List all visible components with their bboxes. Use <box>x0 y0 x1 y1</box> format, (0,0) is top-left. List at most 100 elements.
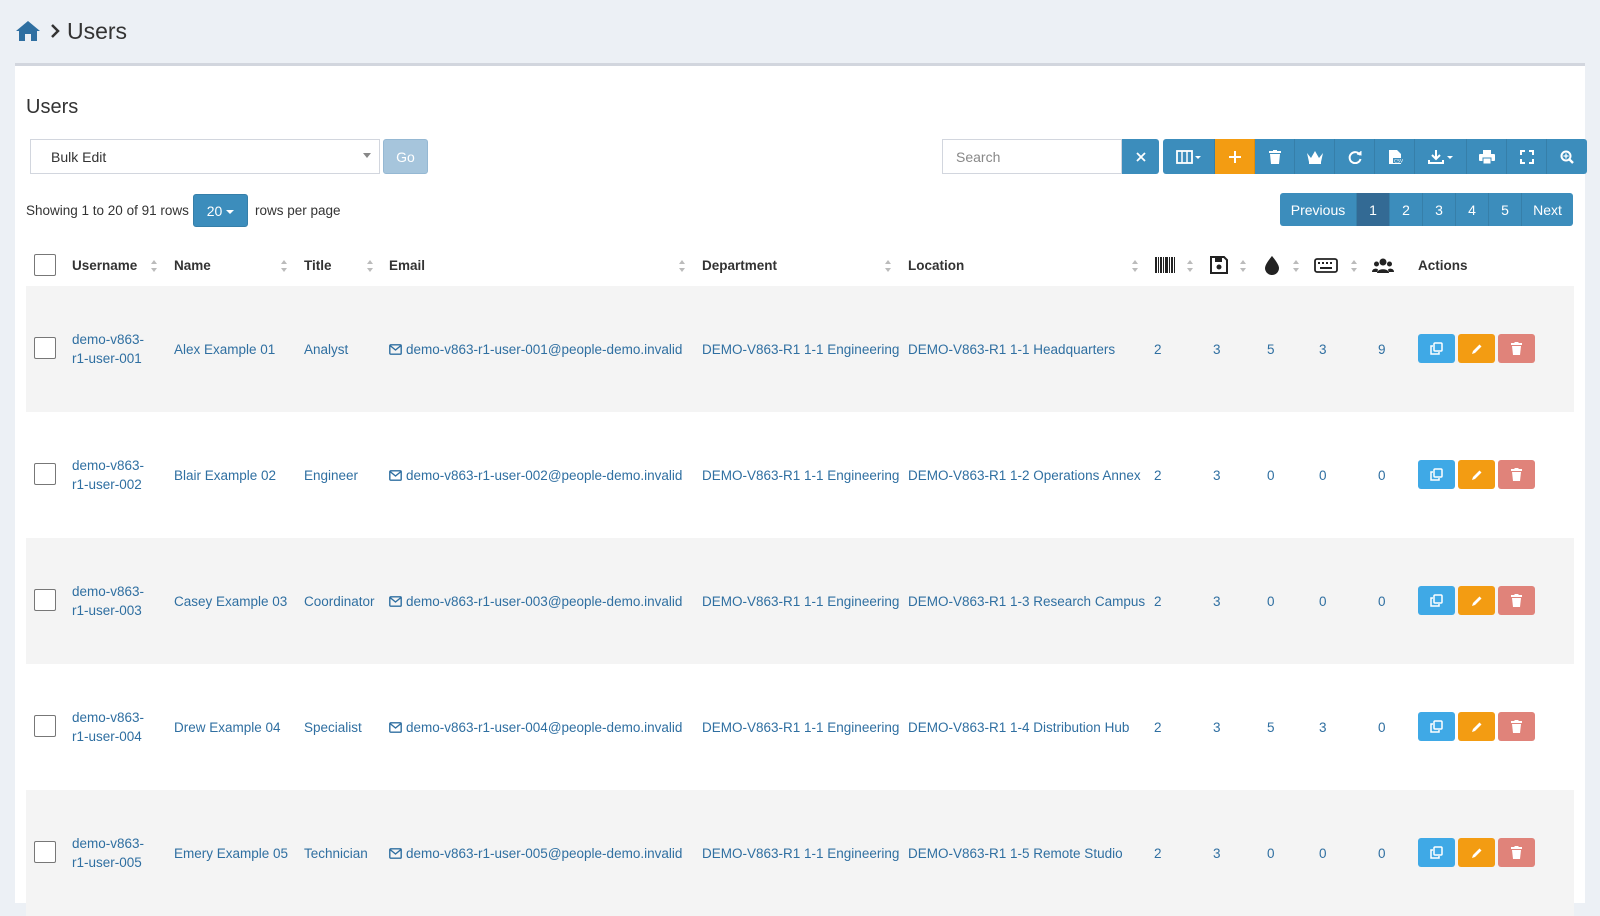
advanced-search-button[interactable] <box>1547 139 1587 174</box>
email-link[interactable]: demo-v863-r1-user-005@people-demo.invali… <box>389 844 682 863</box>
sort-icon[interactable] <box>1350 259 1358 273</box>
email-link[interactable]: demo-v863-r1-user-004@people-demo.invali… <box>389 718 682 737</box>
download-button[interactable] <box>1415 139 1467 174</box>
column-location[interactable]: Location <box>908 258 964 273</box>
bulk-edit-select[interactable]: Bulk Edit <box>30 139 380 174</box>
sort-icon[interactable] <box>884 259 892 273</box>
licenses-count[interactable]: 3 <box>1213 592 1221 611</box>
accessories-count[interactable]: 0 <box>1319 592 1327 611</box>
sort-icon[interactable] <box>678 259 686 273</box>
clone-button[interactable] <box>1418 586 1455 615</box>
location-link[interactable]: DEMO-V863-R1 1-1 Headquarters <box>908 340 1115 359</box>
edit-button[interactable] <box>1458 334 1495 363</box>
clear-search-button[interactable] <box>1122 139 1159 174</box>
delete-button[interactable] <box>1498 460 1535 489</box>
username-link[interactable]: demo-v863- r1-user-004 <box>72 708 162 746</box>
next-page-button[interactable]: Next <box>1522 193 1573 226</box>
row-checkbox[interactable] <box>34 337 56 359</box>
clone-button[interactable] <box>1418 838 1455 867</box>
name-link[interactable]: Drew Example 04 <box>174 718 281 737</box>
page-1-button[interactable]: 1 <box>1357 193 1390 226</box>
edit-button[interactable] <box>1458 838 1495 867</box>
fullscreen-button[interactable] <box>1507 139 1547 174</box>
licenses-count[interactable]: 3 <box>1213 340 1221 359</box>
managed-users-count[interactable]: 0 <box>1378 844 1386 863</box>
licenses-count[interactable]: 3 <box>1213 466 1221 485</box>
location-link[interactable]: DEMO-V863-R1 1-2 Operations Annex <box>908 466 1141 485</box>
page-4-button[interactable]: 4 <box>1456 193 1489 226</box>
name-link[interactable]: Alex Example 01 <box>174 340 275 359</box>
page-5-button[interactable]: 5 <box>1489 193 1522 226</box>
consumables-count[interactable]: 5 <box>1267 340 1275 359</box>
email-link[interactable]: demo-v863-r1-user-001@people-demo.invali… <box>389 340 682 359</box>
location-link[interactable]: DEMO-V863-R1 1-3 Research Campus <box>908 592 1145 611</box>
search-input[interactable]: Search <box>942 139 1122 174</box>
row-checkbox[interactable] <box>34 715 56 737</box>
name-link[interactable]: Casey Example 03 <box>174 592 287 611</box>
barcode-icon[interactable] <box>1154 255 1176 275</box>
edit-button[interactable] <box>1458 712 1495 741</box>
drop-icon[interactable] <box>1263 255 1281 275</box>
location-link[interactable]: DEMO-V863-R1 1-4 Distribution Hub <box>908 718 1129 737</box>
select-all-checkbox[interactable] <box>34 254 56 276</box>
managed-users-count[interactable]: 0 <box>1378 466 1386 485</box>
go-button[interactable]: Go <box>383 139 428 174</box>
username-link[interactable]: demo-v863- r1-user-002 <box>72 456 162 494</box>
sort-icon[interactable] <box>1239 259 1247 273</box>
rows-per-page-button[interactable]: 20 <box>193 194 248 227</box>
refresh-button[interactable] <box>1335 139 1375 174</box>
print-button[interactable] <box>1467 139 1507 174</box>
columns-button[interactable] <box>1163 139 1215 174</box>
accessories-count[interactable]: 0 <box>1319 466 1327 485</box>
row-checkbox[interactable] <box>34 589 56 611</box>
department-link[interactable]: DEMO-V863-R1 1-1 Engineering <box>702 340 899 359</box>
assets-count[interactable]: 2 <box>1154 592 1162 611</box>
accessories-count[interactable]: 3 <box>1319 718 1327 737</box>
department-link[interactable]: DEMO-V863-R1 1-1 Engineering <box>702 844 899 863</box>
sort-icon[interactable] <box>280 259 288 273</box>
sort-icon[interactable] <box>1292 259 1300 273</box>
assets-count[interactable]: 2 <box>1154 466 1162 485</box>
managed-users-count[interactable]: 0 <box>1378 718 1386 737</box>
username-link[interactable]: demo-v863- r1-user-003 <box>72 582 162 620</box>
department-link[interactable]: DEMO-V863-R1 1-1 Engineering <box>702 592 899 611</box>
sort-icon[interactable] <box>366 259 374 273</box>
column-username[interactable]: Username <box>72 258 137 273</box>
consumables-count[interactable]: 0 <box>1267 466 1275 485</box>
assets-count[interactable]: 2 <box>1154 340 1162 359</box>
edit-button[interactable] <box>1458 586 1495 615</box>
add-user-button[interactable] <box>1215 139 1255 174</box>
column-department[interactable]: Department <box>702 258 777 273</box>
accessories-count[interactable]: 3 <box>1319 340 1327 359</box>
username-link[interactable]: demo-v863- r1-user-001 <box>72 330 162 368</box>
sort-icon[interactable] <box>150 259 158 273</box>
edit-button[interactable] <box>1458 460 1495 489</box>
managed-users-count[interactable]: 9 <box>1378 340 1386 359</box>
delete-button[interactable] <box>1498 334 1535 363</box>
name-link[interactable]: Emery Example 05 <box>174 844 288 863</box>
department-link[interactable]: DEMO-V863-R1 1-1 Engineering <box>702 718 899 737</box>
assets-count[interactable]: 2 <box>1154 844 1162 863</box>
accessories-count[interactable]: 0 <box>1319 844 1327 863</box>
column-email[interactable]: Email <box>389 258 425 273</box>
previous-page-button[interactable]: Previous <box>1280 193 1357 226</box>
row-checkbox[interactable] <box>34 463 56 485</box>
admin-button[interactable] <box>1295 139 1335 174</box>
consumables-count[interactable]: 0 <box>1267 844 1275 863</box>
row-checkbox[interactable] <box>34 841 56 863</box>
column-name[interactable]: Name <box>174 258 211 273</box>
consumables-count[interactable]: 0 <box>1267 592 1275 611</box>
home-icon[interactable] <box>15 19 41 43</box>
clone-button[interactable] <box>1418 460 1455 489</box>
assets-count[interactable]: 2 <box>1154 718 1162 737</box>
clone-button[interactable] <box>1418 712 1455 741</box>
email-link[interactable]: demo-v863-r1-user-002@people-demo.invali… <box>389 466 682 485</box>
sort-icon[interactable] <box>1186 259 1194 273</box>
name-link[interactable]: Blair Example 02 <box>174 466 276 485</box>
licenses-count[interactable]: 3 <box>1213 718 1221 737</box>
save-icon[interactable] <box>1209 255 1229 275</box>
page-2-button[interactable]: 2 <box>1390 193 1423 226</box>
column-title[interactable]: Title <box>304 258 332 273</box>
department-link[interactable]: DEMO-V863-R1 1-1 Engineering <box>702 466 899 485</box>
clone-button[interactable] <box>1418 334 1455 363</box>
